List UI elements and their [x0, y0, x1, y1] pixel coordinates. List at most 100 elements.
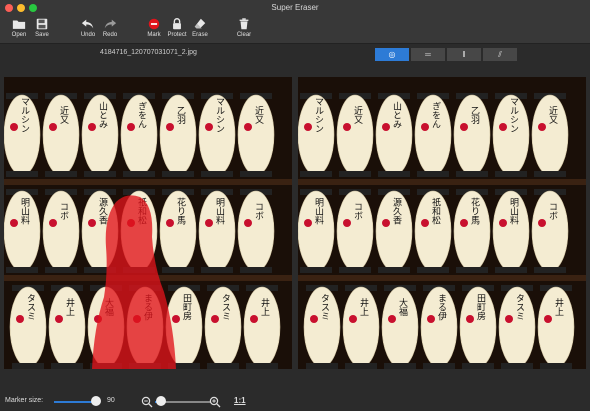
lantern-text: 乙羽	[469, 106, 480, 124]
lantern-text: 源久香	[97, 197, 108, 224]
lantern-text: 井上	[259, 297, 270, 316]
result-image-pane[interactable]: マルシン 近又 山とみ ぎをん 乙羽 マルシン 近又 明山料 コボ 源久香 祇和松 花り馬 明山料 コボタ…	[298, 77, 586, 369]
crest-mark	[172, 315, 180, 323]
title-bar: Super Eraser	[0, 0, 590, 16]
lantern-base	[240, 267, 272, 273]
lantern-text: 祇和松	[430, 196, 441, 225]
lantern-text: タスミ	[319, 293, 330, 320]
crest-mark	[421, 219, 429, 227]
protect-label: Protect	[167, 32, 187, 38]
trash-icon	[239, 18, 249, 30]
crest-mark	[388, 315, 396, 323]
lantern-base	[384, 363, 416, 369]
lock-icon	[173, 18, 181, 30]
horizontal-split-button[interactable]: ═	[411, 48, 446, 61]
lantern-base	[246, 363, 278, 369]
zoom-out-icon[interactable]	[141, 396, 153, 408]
diagonal-split-icon: ⫽	[498, 49, 502, 59]
lantern-base	[540, 363, 572, 369]
crest-mark	[10, 123, 18, 131]
lantern-base	[345, 363, 377, 369]
single-view-icon: ◎	[388, 50, 396, 59]
lantern-text: タスミ	[220, 293, 231, 320]
lantern-text: タスミ	[514, 293, 525, 320]
redo-arrow-icon	[104, 19, 117, 29]
lantern-text: まる伊	[436, 293, 447, 321]
crest-mark	[304, 219, 312, 227]
original-image-pane[interactable]: マルシン近又山とみぎをん乙羽マルシン近又明山料コボ源久香祇和松花り馬明山料コボタ…	[4, 77, 292, 369]
lantern-base	[207, 363, 239, 369]
crest-mark	[166, 219, 174, 227]
crest-mark	[10, 219, 18, 227]
marker-size-label: Marker size:	[5, 397, 44, 404]
minimize-window-button[interactable]	[17, 4, 25, 12]
save-button[interactable]: Save	[29, 16, 55, 43]
crest-mark	[538, 123, 546, 131]
crest-mark	[310, 315, 318, 323]
save-label: Save	[35, 32, 49, 38]
lantern-base	[12, 363, 44, 369]
clear-button[interactable]: Clear	[231, 16, 257, 43]
crest-mark	[382, 219, 390, 227]
crest-mark	[49, 123, 57, 131]
diagonal-split-button[interactable]: ⫽	[483, 48, 518, 61]
redo-button[interactable]: Redo	[97, 16, 123, 43]
lantern-text: 井上	[358, 297, 369, 316]
close-window-button[interactable]	[5, 4, 13, 12]
lantern-base	[462, 363, 494, 369]
lantern-base	[6, 267, 38, 273]
original-image[interactable]: マルシン近又山とみぎをん乙羽マルシン近又明山料コボ源久香祇和松花り馬明山料コボタ…	[4, 77, 292, 369]
crest-mark	[166, 123, 174, 131]
erase-button[interactable]: Erase	[187, 16, 213, 43]
lantern-text: 近又	[58, 105, 69, 124]
crest-mark	[205, 123, 213, 131]
lantern-base	[339, 171, 371, 177]
lantern-base	[201, 267, 233, 273]
lantern-base	[495, 267, 527, 273]
zoom-knob[interactable]	[156, 396, 166, 406]
lantern-text: 井上	[553, 297, 564, 316]
lantern-text: マルシン	[214, 97, 225, 133]
crest-mark	[250, 315, 258, 323]
lantern-text: 大福	[397, 297, 408, 317]
crest-mark	[205, 219, 213, 227]
crest-mark	[127, 123, 135, 131]
lantern-text: マルシン	[19, 97, 30, 133]
lantern-base	[378, 267, 410, 273]
lantern-text: 田町房	[475, 293, 486, 321]
lantern-base	[123, 171, 155, 177]
lantern-base	[339, 267, 371, 273]
lantern-text: マルシン	[313, 97, 324, 133]
erase-label: Erase	[192, 32, 208, 38]
crest-mark	[244, 219, 252, 227]
lantern-base	[45, 171, 77, 177]
result-image[interactable]: マルシン 近又 山とみ ぎをん 乙羽 マルシン 近又明山料 コボ 源久香 祇和松 花り馬 明山料 コボタ…	[298, 77, 586, 369]
lantern-text: コボ	[253, 202, 264, 220]
crest-mark	[499, 219, 507, 227]
zoom-in-icon[interactable]	[209, 396, 221, 408]
window-title: Super Eraser	[271, 3, 319, 12]
lantern-base	[423, 363, 455, 369]
vertical-split-icon: ‖	[462, 50, 466, 59]
lantern-text: 近又	[352, 105, 363, 124]
single-view-button[interactable]: ◎	[375, 48, 410, 61]
crest-mark	[55, 315, 63, 323]
actual-size-button[interactable]: 1:1	[234, 396, 246, 405]
lantern-base	[378, 171, 410, 177]
lantern-base	[456, 267, 488, 273]
lantern-text: 明山料	[313, 197, 324, 225]
file-name: 4184716_120707031071_2.jpg	[100, 49, 197, 56]
undo-arrow-icon	[81, 19, 94, 29]
lantern-text: 近又	[253, 105, 264, 124]
lantern-text: 乙羽	[175, 106, 186, 124]
undo-label: Undo	[80, 32, 96, 38]
crest-mark	[421, 123, 429, 131]
zoom-window-button[interactable]	[29, 4, 37, 12]
lantern-base	[162, 171, 194, 177]
window-controls	[5, 4, 37, 12]
marker-size-knob[interactable]	[91, 396, 101, 406]
vertical-split-button[interactable]: ‖	[447, 48, 482, 61]
lantern-base	[240, 171, 272, 177]
crest-mark	[499, 123, 507, 131]
lantern-text: コボ	[547, 202, 558, 220]
